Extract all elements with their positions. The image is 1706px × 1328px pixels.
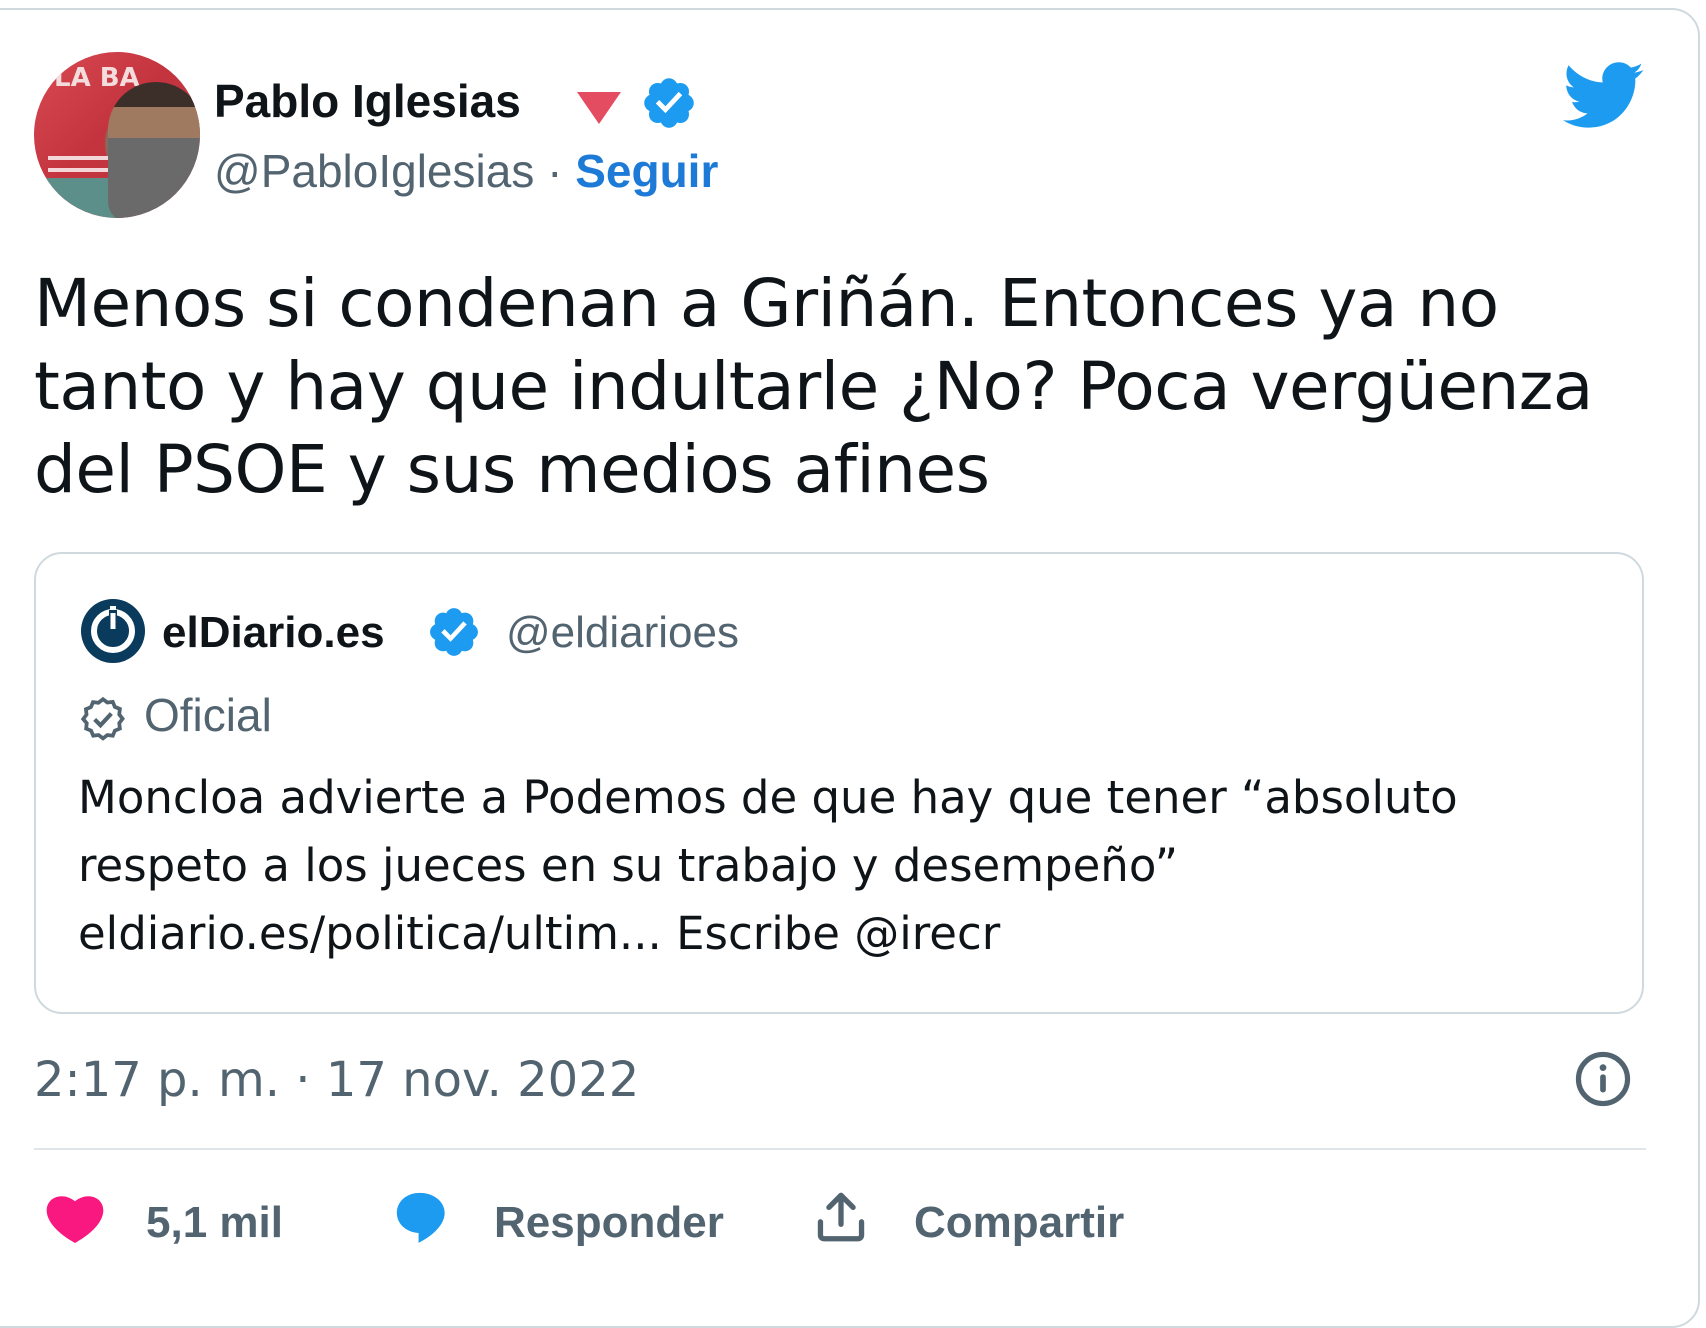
separator: · [547,145,563,197]
eldiario-logo-icon [81,599,145,663]
twitter-bird-icon[interactable] [1562,62,1646,130]
verified-badge-icon [644,78,694,128]
divider [34,1148,1646,1150]
heart-icon[interactable] [44,1188,106,1244]
verified-badge-icon [430,608,478,656]
party-triangle-icon [577,92,621,124]
avatar-logo-text: LA BA [54,63,140,93]
avatar[interactable]: LA BA [34,52,200,218]
reply-bubble-icon[interactable] [390,1188,452,1246]
follow-button[interactable]: Seguir [575,145,718,197]
share-label[interactable]: Compartir [914,1198,1124,1248]
tweet-timestamp[interactable]: 2:17 p. m. · 17 nov. 2022 [34,1052,639,1108]
quoted-author-name: elDiario.es [162,608,385,657]
avatar-person [108,82,200,218]
official-badge-icon [80,696,125,741]
quoted-text: Moncloa advierte a Podemos de que hay qu… [78,771,1458,960]
quoted-author-handle: @eldiarioes [506,608,739,657]
official-label: Oficial [144,689,272,741]
share-icon[interactable] [812,1188,870,1246]
tweet-text: Menos si condenan a Griñán. Entonces ya … [34,265,1593,508]
quoted-tweet[interactable]: elDiario.es @eldiarioes Oficial Moncloa … [34,552,1644,1014]
author-name[interactable]: Pablo Iglesias [214,74,521,128]
info-icon[interactable] [1572,1048,1634,1110]
reply-label[interactable]: Responder [494,1198,724,1248]
like-count[interactable]: 5,1 mil [146,1198,283,1248]
author-handle-row: @PabloIglesias · Seguir [214,144,718,198]
author-handle[interactable]: @PabloIglesias [214,145,534,197]
